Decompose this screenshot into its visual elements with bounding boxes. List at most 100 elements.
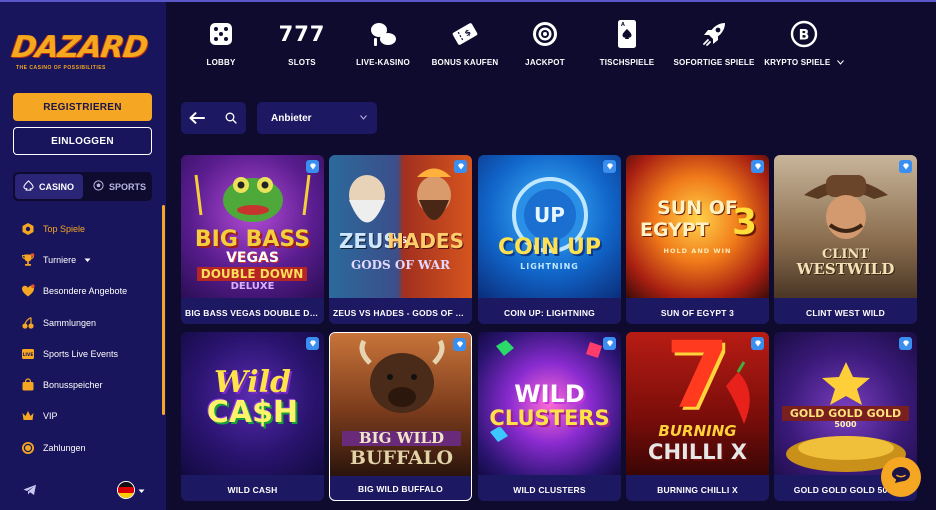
game-card-clint-west-wild[interactable]: CLINT WESTWILD CLINT WEST WILD	[774, 155, 917, 324]
sidebar-item-label: Sports Live Events	[43, 348, 119, 359]
sidebar-menu: Top Spiele Turniere Besondere Angebote S…	[20, 213, 160, 463]
sidebar-item-label: Turniere	[43, 254, 77, 265]
sports-tab[interactable]: SPORTS	[85, 174, 151, 199]
game-card-big-bass-vegas[interactable]: BIG BASS VEGAS DOUBLE DOWN DELUXE BIG BA…	[181, 155, 324, 324]
sidebar-item-label: Sammlungen	[43, 317, 97, 328]
login-button[interactable]: EINLOGGEN	[13, 127, 152, 155]
category-label: LIVE-KASINO	[356, 58, 410, 67]
sidebar-scrollbar[interactable]	[162, 205, 165, 415]
german-flag-icon	[117, 481, 135, 499]
game-thumbnail: GOLD GOLD GOLD 5000	[774, 332, 917, 475]
back-search-group	[181, 102, 246, 134]
diamond-badge-icon	[453, 338, 466, 351]
diamond-badge-icon	[899, 337, 912, 350]
brand-logo-text: DAZARD	[9, 30, 150, 65]
diamond-badge-icon	[899, 160, 912, 173]
game-thumbnail: BIG WILD BUFFALO	[330, 333, 471, 476]
game-card-zeus-vs-hades[interactable]: ZEUS VS HADES GODS OF WAR ZEUS VS HADES …	[329, 155, 472, 324]
game-title: SUN OF EGYPT 3	[660, 308, 735, 318]
sidebar-item-besondere-angebote[interactable]: Besondere Angebote	[20, 276, 160, 307]
diamond-badge-icon	[603, 160, 616, 173]
trophy-icon	[20, 252, 35, 267]
casino-sports-switch: CASINO SPORTS	[13, 172, 152, 201]
telegram-icon[interactable]	[18, 480, 42, 500]
game-thumbnail: WILD CLUSTERS	[478, 332, 621, 475]
category-label-text: KRYPTO SPIELE	[764, 58, 831, 67]
live-casino-icon	[368, 18, 398, 50]
sidebar-item-zahlungen[interactable]: Zahlungen	[20, 432, 160, 463]
sidebar-item-label: Bonusspeicher	[43, 380, 103, 391]
brand-logo[interactable]: DAZARD THE CASINO OF POSSIBILITIES	[10, 26, 160, 76]
support-chat-button[interactable]	[881, 457, 921, 497]
art-text: HOLD AND WIN	[663, 247, 732, 255]
cherries-icon	[20, 315, 35, 330]
game-card-coin-up[interactable]: UP COIN UP LIGHTNING COIN UP: LIGHTNING	[478, 155, 621, 324]
back-arrow-icon[interactable]	[181, 102, 213, 134]
language-selector[interactable]	[117, 480, 149, 500]
art-text: UP	[534, 203, 565, 227]
ball-icon	[93, 180, 104, 193]
bonus-ticket-icon: $	[450, 18, 480, 50]
category-jackpot[interactable]: JACKPOT	[512, 18, 578, 73]
sidebar-item-sports-live-events[interactable]: LIVE Sports Live Events	[20, 338, 160, 369]
category-krypto-spiele[interactable]: B KRYPTO SPIELE	[764, 18, 844, 73]
category-live-kasino[interactable]: LIVE-KASINO	[350, 18, 416, 73]
category-lobby[interactable]: LOBBY	[190, 18, 252, 73]
art-text: HADES	[387, 229, 464, 253]
game-card-wild-clusters[interactable]: WILD CLUSTERS WILD CLUSTERS	[478, 332, 621, 501]
game-card-big-wild-buffalo[interactable]: BIG WILD BUFFALO BIG WILD BUFFALO	[329, 332, 472, 501]
game-thumbnail: BIG BASS VEGAS DOUBLE DOWN DELUXE	[181, 155, 324, 298]
target-icon	[531, 18, 559, 50]
gold-illustration	[786, 362, 906, 472]
sidebar-item-bonusspeicher[interactable]: Bonusspeicher	[20, 369, 160, 400]
category-label: SLOTS	[288, 58, 316, 67]
category-label: LOBBY	[206, 58, 236, 67]
game-card-burning-chilli-x[interactable]: 7 BURNING CHILLI X BURNING CHILLI X	[626, 332, 769, 501]
art-text: 5000	[834, 420, 857, 429]
art-text: WESTWILD	[796, 260, 895, 278]
heart-offer-icon	[20, 284, 35, 299]
art-text: GODS OF WAR	[350, 258, 451, 272]
sidebar-item-vip[interactable]: VIP	[20, 401, 160, 432]
sidebar-item-top-spiele[interactable]: Top Spiele	[20, 213, 160, 244]
game-card-wild-cash[interactable]: Wild CA$H WILD CASH	[181, 332, 324, 501]
provider-dropdown-label: Anbieter	[271, 112, 312, 124]
search-icon[interactable]	[217, 102, 245, 134]
game-title: BIG BASS VEGAS DOUBLE DOWN DELUXE	[185, 308, 320, 318]
category-slots[interactable]: 777 SLOTS	[272, 18, 332, 73]
art-text: LIGHTNING	[520, 262, 579, 271]
slots-777-icon: 777	[279, 18, 326, 50]
diamond-badge-icon	[751, 337, 764, 350]
art-text: CHILLI X	[648, 440, 747, 464]
sidebar-item-turniere[interactable]: Turniere	[20, 244, 160, 275]
casino-tab[interactable]: CASINO	[15, 174, 83, 199]
provider-dropdown[interactable]: Anbieter	[257, 102, 377, 134]
bag-icon	[20, 378, 35, 393]
art-text: DOUBLE DOWN	[197, 267, 307, 281]
svg-text:A: A	[621, 22, 625, 28]
chat-bubble-icon	[891, 466, 911, 489]
category-tischspiele[interactable]: A TISCHSPIELE	[594, 18, 660, 73]
art-text: BUFFALO	[349, 447, 454, 469]
caret-down-icon	[84, 255, 91, 265]
diamond-badge-icon	[751, 160, 764, 173]
casino-tab-label: CASINO	[39, 181, 75, 192]
spade-icon	[23, 180, 34, 193]
category-bonus-kaufen[interactable]: $ BONUS KAUFEN	[430, 18, 500, 73]
art-text: 3	[731, 202, 757, 243]
game-title: WILD CLUSTERS	[513, 485, 586, 495]
brand-tagline: THE CASINO OF POSSIBILITIES	[16, 65, 106, 71]
diamond-badge-icon	[306, 160, 319, 173]
game-card-sun-of-egypt-3[interactable]: SUN OF EGYPT 3 HOLD AND WIN SUN OF EGYPT…	[626, 155, 769, 324]
caret-down-icon	[138, 481, 145, 499]
register-button[interactable]: REGISTRIEREN	[13, 93, 152, 121]
game-thumbnail: SUN OF EGYPT 3 HOLD AND WIN	[626, 155, 769, 298]
category-sofortige-spiele[interactable]: SOFORTIGE SPIELE	[674, 18, 754, 73]
card-icon: A	[616, 18, 638, 50]
art-text: CLUSTERS	[489, 406, 610, 430]
sports-tab-label: SPORTS	[109, 181, 147, 192]
rocket-icon	[700, 18, 728, 50]
top-games-icon	[20, 221, 35, 236]
art-text: DELUXE	[230, 281, 275, 292]
sidebar-item-sammlungen[interactable]: Sammlungen	[20, 307, 160, 338]
